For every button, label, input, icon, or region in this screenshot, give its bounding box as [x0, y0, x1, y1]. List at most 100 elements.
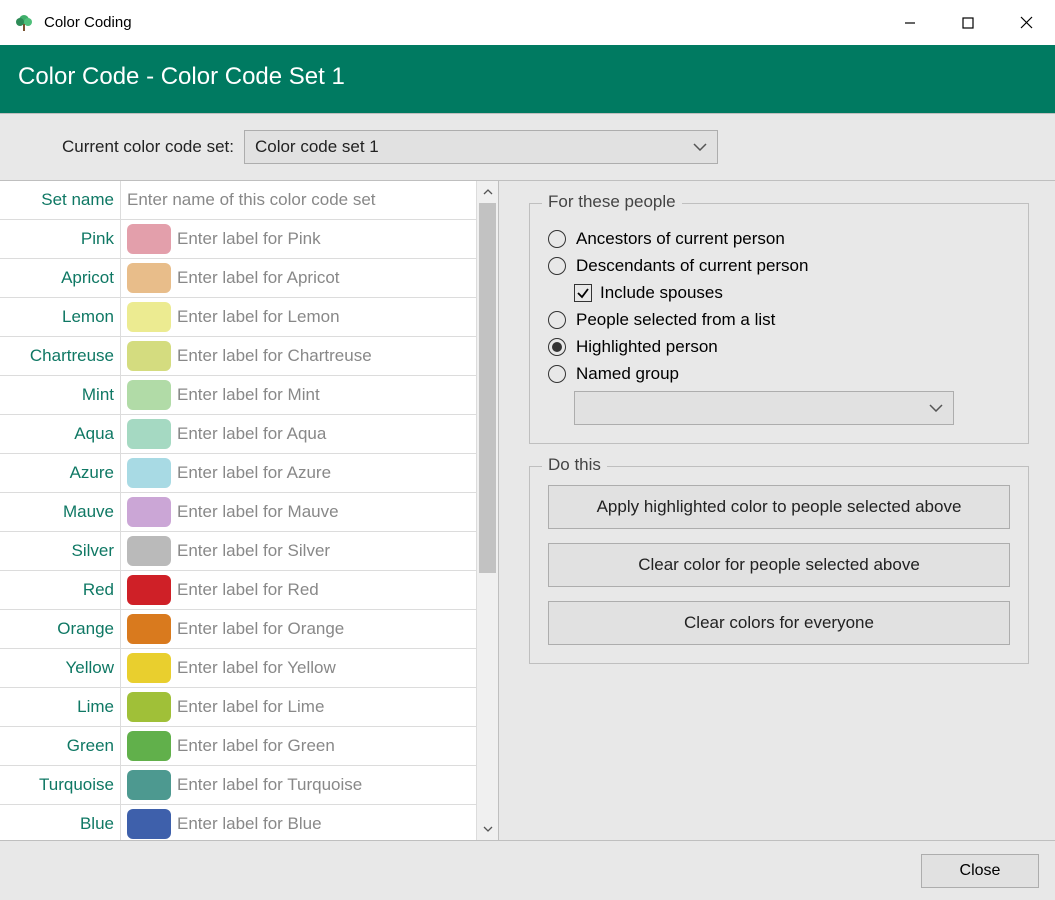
radio-highlighted[interactable]: Highlighted person — [548, 337, 1010, 357]
scroll-up-arrow-icon[interactable] — [477, 181, 498, 203]
selector-label: Current color code set: — [62, 137, 234, 157]
color-label-input[interactable] — [177, 814, 476, 834]
for-these-people-group: For these people Ancestors of current pe… — [529, 203, 1029, 444]
color-label-input[interactable] — [177, 658, 476, 678]
right-panel: For these people Ancestors of current pe… — [498, 181, 1055, 840]
clear-all-button[interactable]: Clear colors for everyone — [548, 601, 1010, 645]
radio-icon — [548, 311, 566, 329]
color-swatch[interactable] — [127, 692, 171, 722]
selector-bar: Current color code set: Color code set 1 — [0, 113, 1055, 181]
color-label-input[interactable] — [177, 502, 476, 522]
scrollbar[interactable] — [476, 181, 498, 840]
color-row: Mint — [0, 376, 476, 415]
named-group-dropdown[interactable] — [574, 391, 954, 425]
color-swatch[interactable] — [127, 302, 171, 332]
color-swatch[interactable] — [127, 731, 171, 761]
color-swatch[interactable] — [127, 263, 171, 293]
color-name-label: Green — [0, 736, 120, 756]
color-name-label: Yellow — [0, 658, 120, 678]
color-swatch[interactable] — [127, 653, 171, 683]
color-name-label: Azure — [0, 463, 120, 483]
color-swatch[interactable] — [127, 419, 171, 449]
minimize-button[interactable] — [881, 0, 939, 45]
apply-color-button[interactable]: Apply highlighted color to people select… — [548, 485, 1010, 529]
color-swatch[interactable] — [127, 536, 171, 566]
color-label-input[interactable] — [177, 229, 476, 249]
checkbox-spouses-label: Include spouses — [600, 283, 723, 303]
color-swatch[interactable] — [127, 380, 171, 410]
color-row: Silver — [0, 532, 476, 571]
color-name-label: Apricot — [0, 268, 120, 288]
clear-selected-button[interactable]: Clear color for people selected above — [548, 543, 1010, 587]
color-label-input[interactable] — [177, 619, 476, 639]
radio-icon — [548, 338, 566, 356]
radio-selected-list[interactable]: People selected from a list — [548, 310, 1010, 330]
color-row: Orange — [0, 610, 476, 649]
page-header: Color Code - Color Code Set 1 — [0, 45, 1055, 113]
radio-named-group-label: Named group — [576, 364, 679, 384]
color-label-input[interactable] — [177, 346, 476, 366]
color-name-label: Orange — [0, 619, 120, 639]
color-row: Green — [0, 727, 476, 766]
color-label-input[interactable] — [177, 385, 476, 405]
radio-icon — [548, 365, 566, 383]
color-name-label: Pink — [0, 229, 120, 249]
window-title: Color Coding — [44, 14, 132, 31]
color-swatch[interactable] — [127, 575, 171, 605]
color-row: Lemon — [0, 298, 476, 337]
color-row: Lime — [0, 688, 476, 727]
color-swatch[interactable] — [127, 809, 171, 839]
color-set-dropdown-value: Color code set 1 — [255, 137, 379, 157]
color-label-input[interactable] — [177, 580, 476, 600]
color-swatch[interactable] — [127, 497, 171, 527]
color-swatch[interactable] — [127, 458, 171, 488]
color-row: Mauve — [0, 493, 476, 532]
title-bar: Color Coding — [0, 0, 1055, 45]
color-list: Set name Pink Apricot Lemon Chartreuse — [0, 181, 476, 840]
maximize-button[interactable] — [939, 0, 997, 45]
color-name-label: Chartreuse — [0, 346, 120, 366]
radio-descendants[interactable]: Descendants of current person — [548, 256, 1010, 276]
color-label-input[interactable] — [177, 463, 476, 483]
color-label-input[interactable] — [177, 541, 476, 561]
chevron-down-icon — [929, 399, 943, 417]
app-icon — [14, 13, 34, 33]
set-name-input[interactable] — [127, 190, 476, 210]
color-panel: Set name Pink Apricot Lemon Chartreuse — [0, 181, 498, 840]
color-row: Yellow — [0, 649, 476, 688]
footer: Close — [0, 840, 1055, 900]
color-label-input[interactable] — [177, 736, 476, 756]
color-swatch[interactable] — [127, 770, 171, 800]
checkbox-include-spouses[interactable]: Include spouses — [574, 283, 1010, 303]
radio-selected-list-label: People selected from a list — [576, 310, 775, 330]
color-name-label: Lemon — [0, 307, 120, 327]
color-row: Azure — [0, 454, 476, 493]
close-window-button[interactable] — [997, 0, 1055, 45]
color-name-label: Red — [0, 580, 120, 600]
scroll-down-arrow-icon[interactable] — [477, 818, 498, 840]
color-swatch[interactable] — [127, 614, 171, 644]
radio-ancestors-label: Ancestors of current person — [576, 229, 785, 249]
radio-highlighted-label: Highlighted person — [576, 337, 718, 357]
radio-named-group[interactable]: Named group — [548, 364, 1010, 384]
radio-ancestors[interactable]: Ancestors of current person — [548, 229, 1010, 249]
radio-descendants-label: Descendants of current person — [576, 256, 808, 276]
color-swatch[interactable] — [127, 224, 171, 254]
color-label-input[interactable] — [177, 424, 476, 444]
color-set-dropdown[interactable]: Color code set 1 — [244, 130, 718, 164]
color-row: Red — [0, 571, 476, 610]
close-button[interactable]: Close — [921, 854, 1039, 888]
color-label-input[interactable] — [177, 307, 476, 327]
color-label-input[interactable] — [177, 268, 476, 288]
color-swatch[interactable] — [127, 341, 171, 371]
color-row: Apricot — [0, 259, 476, 298]
color-row: Blue — [0, 805, 476, 840]
color-label-input[interactable] — [177, 697, 476, 717]
color-name-label: Blue — [0, 814, 120, 834]
scrollbar-thumb[interactable] — [479, 203, 496, 573]
color-name-label: Aqua — [0, 424, 120, 444]
color-label-input[interactable] — [177, 775, 476, 795]
radio-icon — [548, 257, 566, 275]
color-row: Chartreuse — [0, 337, 476, 376]
window-controls — [881, 0, 1055, 45]
